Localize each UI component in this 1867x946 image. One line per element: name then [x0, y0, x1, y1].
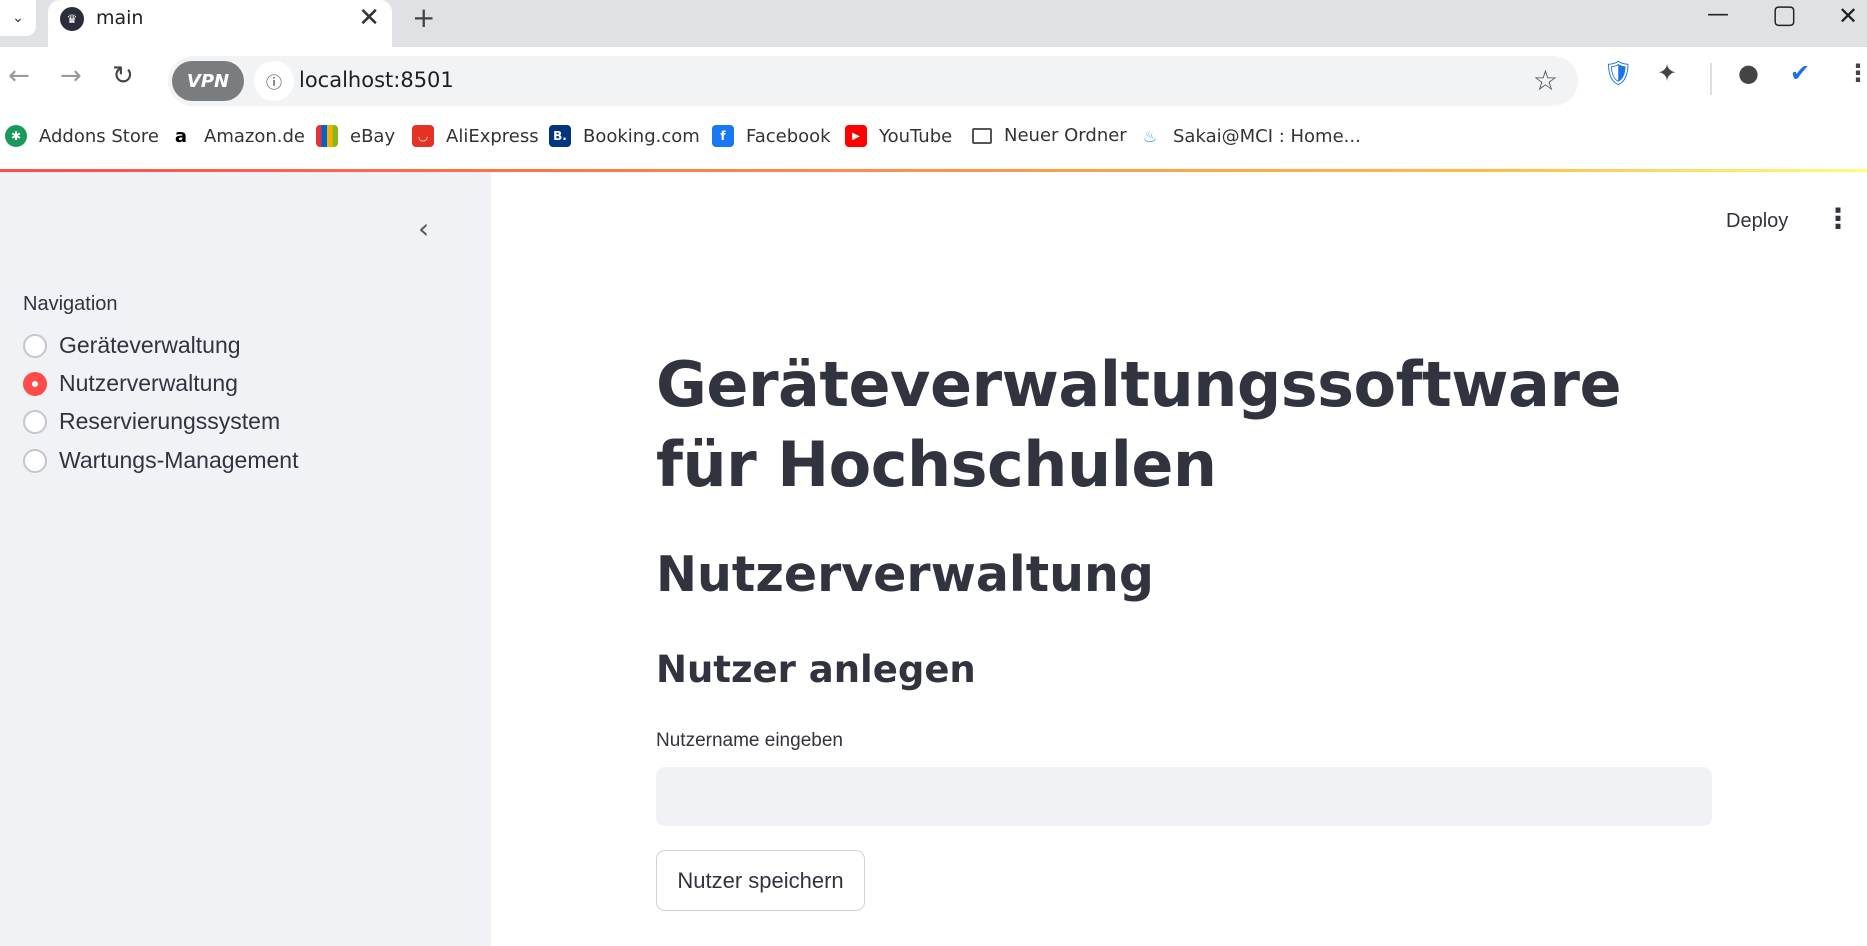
extensions-puzzle-icon[interactable]: ✦ — [1657, 59, 1677, 87]
streamlit-favicon-icon: ♛ — [60, 7, 84, 31]
radio-label: Geräteverwaltung — [59, 332, 241, 358]
bookmark-label: Addons Store — [39, 125, 159, 147]
browser-tabstrip: ⌄ ♛ main ✕ + — ▢ ✕ — [0, 0, 1867, 47]
bookmark-aliexpress[interactable]: ◡ AliExpress — [412, 125, 539, 147]
ebay-icon — [316, 125, 338, 147]
save-user-button[interactable]: Nutzer speichern — [656, 850, 865, 911]
forward-arrow-icon[interactable]: → — [60, 61, 82, 91]
bookmarks-bar: ✱ Addons Store a Amazon.de eBay ◡ AliExp… — [0, 115, 1867, 169]
sidebar: ‹ Navigation Geräteverwaltung Nutzerverw… — [0, 172, 491, 946]
navigation-label: Navigation — [23, 293, 118, 315]
bookmark-label: Facebook — [746, 125, 831, 147]
nav-radio-wartungs-management[interactable]: Wartungs-Management — [23, 447, 298, 474]
bookmark-ebay[interactable]: eBay — [316, 125, 395, 147]
minimize-icon[interactable]: — — [1707, 2, 1729, 27]
window-close-icon[interactable]: ✕ — [1838, 2, 1858, 30]
subsection-title: Nutzer anlegen — [656, 648, 976, 691]
address-bar[interactable]: VPN ⓘ localhost:8501 ☆ — [168, 56, 1578, 106]
deploy-button[interactable]: Deploy — [1726, 210, 1788, 233]
browser-menu-icon[interactable]: ⋮ — [1846, 59, 1867, 87]
sakai-icon: ♨ — [1139, 125, 1161, 147]
nav-radio-geraeteverwaltung[interactable]: Geräteverwaltung — [23, 332, 241, 359]
tab-list-chevron-icon[interactable]: ⌄ — [0, 0, 36, 36]
radio-circle-icon[interactable] — [23, 448, 47, 473]
folder-icon — [972, 127, 992, 144]
vpn-button[interactable]: VPN — [172, 61, 244, 101]
radio-circle-icon[interactable] — [23, 409, 47, 434]
bookmark-sakai[interactable]: ♨ Sakai@MCI : Home... — [1139, 125, 1361, 147]
browser-tab[interactable]: ♛ main ✕ — [48, 0, 392, 47]
bookmark-label: AliExpress — [446, 125, 539, 147]
radio-circle-icon[interactable] — [23, 333, 47, 358]
toolbar-separator — [1710, 63, 1712, 95]
radio-label: Wartungs-Management — [59, 447, 299, 473]
youtube-icon: ▶ — [845, 125, 867, 147]
bookmark-star-icon[interactable]: ☆ — [1533, 64, 1558, 97]
bookmark-booking[interactable]: B. Booking.com — [549, 125, 700, 147]
addons-store-icon: ✱ — [5, 125, 27, 147]
booking-icon: B. — [549, 125, 571, 147]
tab-title: main — [96, 7, 144, 29]
bookmark-facebook[interactable]: f Facebook — [712, 125, 831, 147]
maximize-icon[interactable]: ▢ — [1772, 0, 1797, 30]
amazon-icon: a — [170, 125, 192, 147]
bookmark-label: Neuer Ordner — [1004, 125, 1127, 146]
radio-label: Reservierungssystem — [59, 408, 281, 434]
facebook-icon: f — [712, 125, 734, 147]
profile-avatar-icon[interactable]: ● — [1738, 59, 1759, 87]
bookmark-label: Sakai@MCI : Home... — [1173, 125, 1361, 147]
radio-checked-icon[interactable] — [23, 371, 47, 396]
nav-radio-reservierungssystem[interactable]: Reservierungssystem — [23, 408, 280, 435]
reload-icon[interactable]: ↻ — [112, 61, 134, 91]
bookmark-amazon[interactable]: a Amazon.de — [170, 125, 305, 147]
radio-label: Nutzerverwaltung — [59, 370, 238, 396]
page-title: Geräteverwaltungssoftware für Hochschule… — [656, 348, 1622, 501]
main-content: Deploy ⋮ Geräteverwaltungssoftware für H… — [491, 172, 1867, 946]
bookmark-label: Booking.com — [583, 125, 700, 147]
new-tab-plus-icon[interactable]: + — [412, 1, 435, 34]
bookmark-label: eBay — [350, 125, 396, 147]
bookmark-neuer-ordner[interactable]: Neuer Ordner — [972, 125, 1127, 146]
username-input[interactable] — [656, 767, 1712, 826]
browser-toolbar: ← → ↻ VPN ⓘ localhost:8501 ☆ 🛡 ✦ ● ✔ ⋮ — [0, 47, 1867, 115]
password-lock-extension-icon[interactable]: 🛡 — [1603, 59, 1633, 87]
tab-close-icon[interactable]: ✕ — [358, 3, 380, 33]
nav-radio-nutzerverwaltung[interactable]: Nutzerverwaltung — [23, 370, 238, 397]
section-title: Nutzerverwaltung — [656, 546, 1154, 603]
collapse-sidebar-chevron-icon[interactable]: ‹ — [418, 212, 429, 245]
bookmark-youtube[interactable]: ▶ YouTube — [845, 125, 952, 147]
security-shield-icon[interactable]: ✔ — [1790, 59, 1810, 87]
vpn-label: VPN — [186, 70, 230, 92]
bookmark-addons-store[interactable]: ✱ Addons Store — [5, 125, 159, 147]
bookmark-label: Amazon.de — [204, 125, 305, 147]
back-arrow-icon[interactable]: ← — [8, 61, 30, 91]
aliexpress-icon: ◡ — [412, 125, 434, 147]
url-text[interactable]: localhost:8501 — [299, 68, 454, 92]
bookmark-label: YouTube — [879, 125, 953, 147]
main-menu-kebab-icon[interactable]: ⋮ — [1824, 202, 1852, 235]
site-info-icon[interactable]: ⓘ — [254, 61, 294, 101]
username-field-label: Nutzername eingeben — [656, 730, 843, 751]
